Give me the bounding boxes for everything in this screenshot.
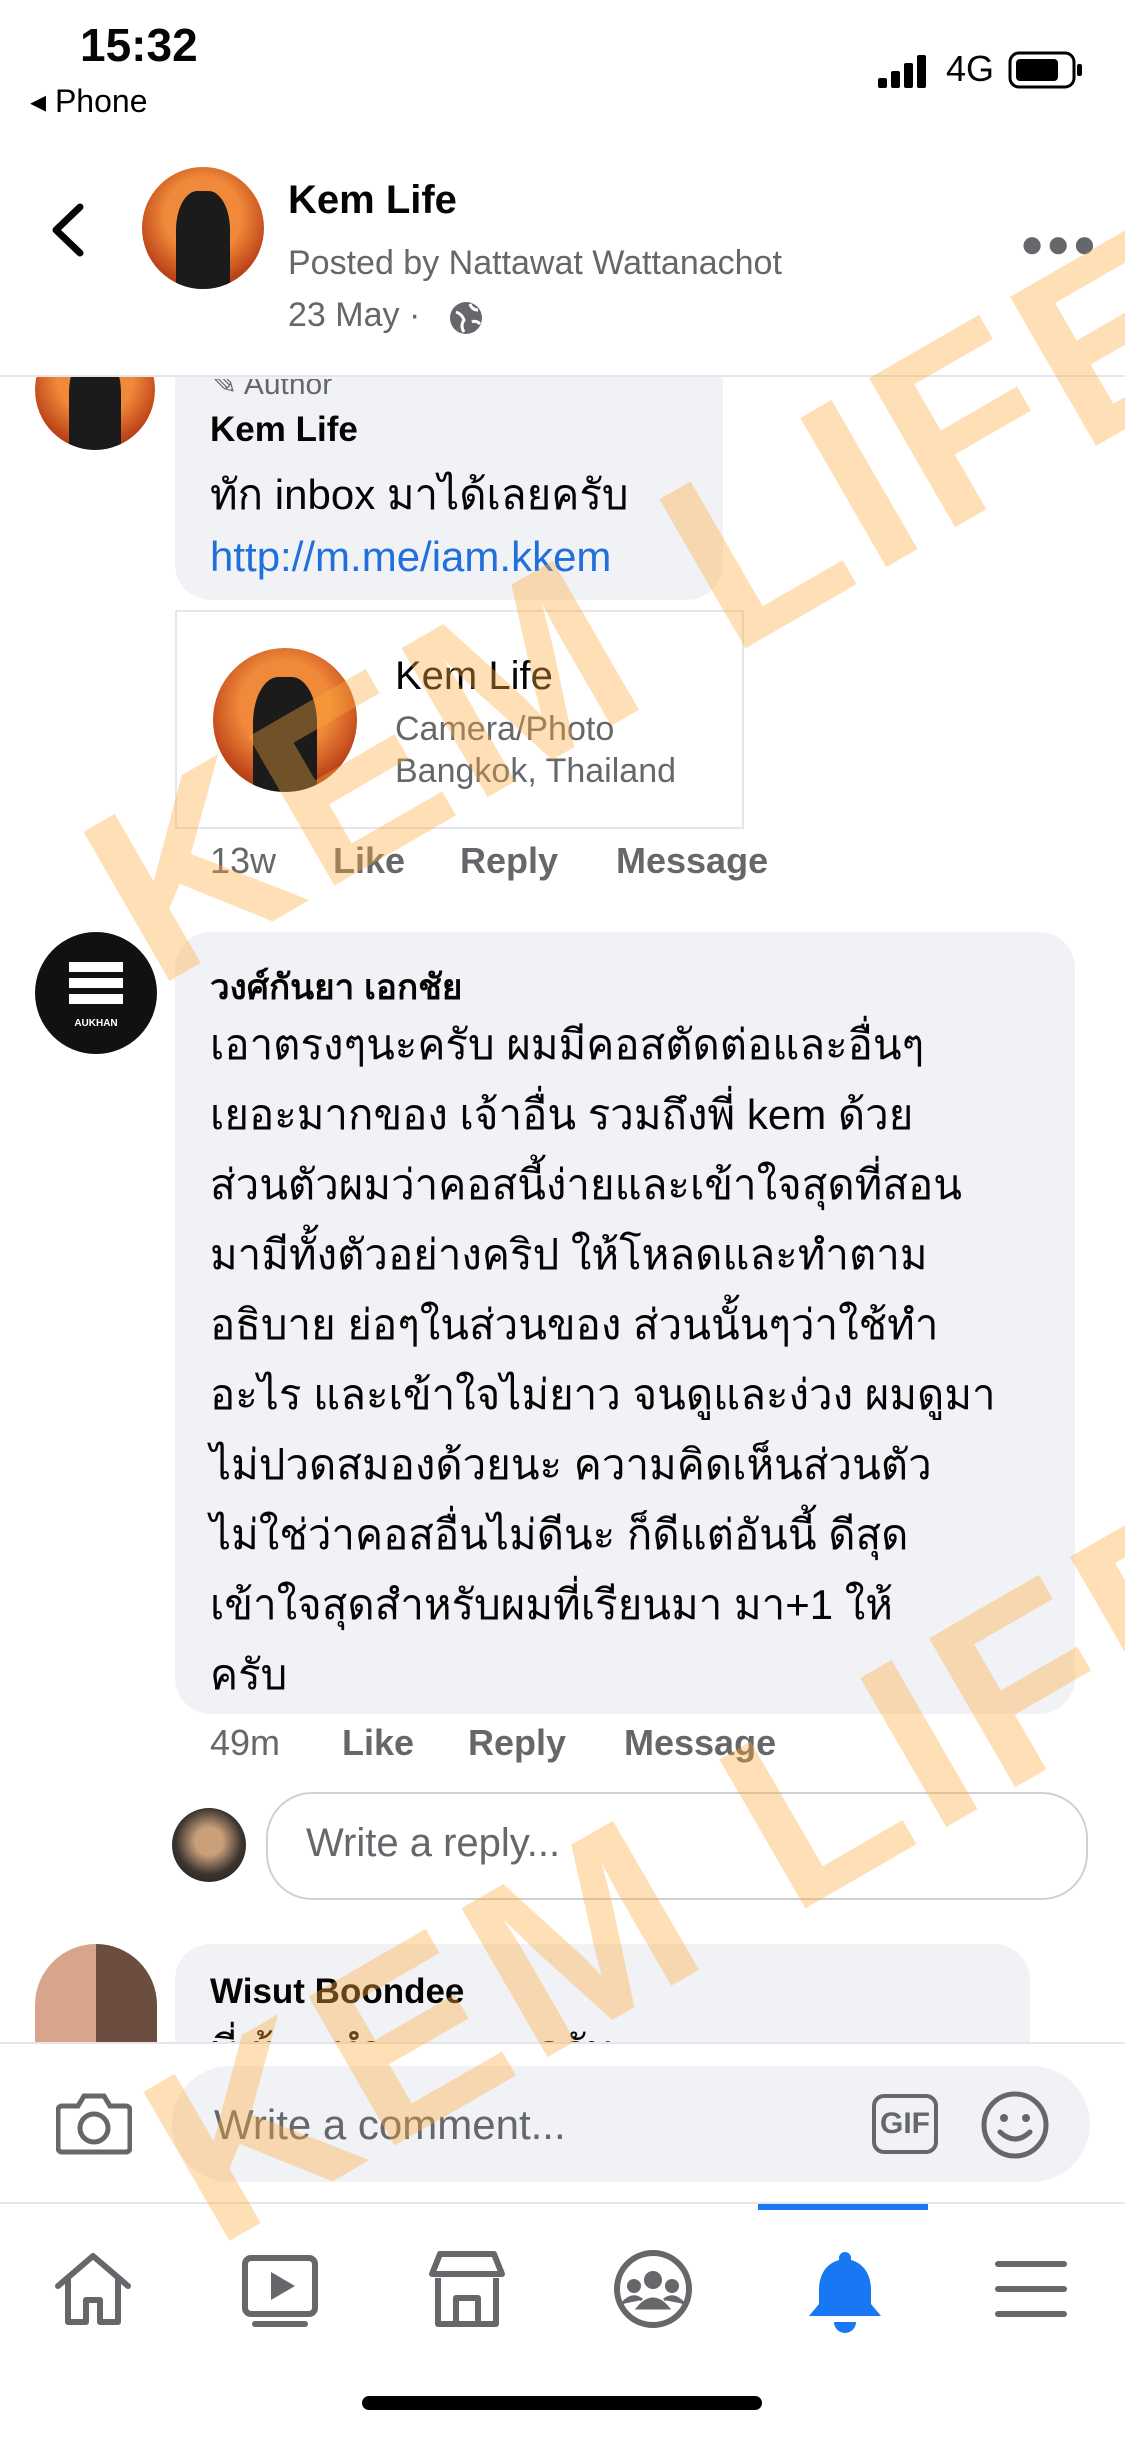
comment-line: ไม่ใช่ว่าคอสอื่นไม่ดีนะ ก็ดีแต่อันนี้ ดี…	[210, 1511, 909, 1558]
comment-input[interactable]	[212, 2100, 816, 2150]
globe-icon	[448, 300, 484, 336]
groups-tab[interactable]	[598, 2234, 708, 2344]
home-indicator	[362, 2396, 762, 2410]
notifications-icon	[809, 2252, 881, 2333]
comment-time: 13w	[210, 840, 277, 881]
gif-button[interactable]: GIF	[872, 2094, 938, 2154]
home-tab[interactable]	[38, 2234, 148, 2344]
more-options-icon[interactable]: ●●●	[1020, 222, 1098, 267]
comment-line: เอาตรงๆนะครับ ผมมีคอสตัดต่อและอื่นๆ	[210, 1021, 925, 1068]
commenter-name[interactable]: วงศ์กันยา เอกชัย	[210, 960, 462, 1015]
commenter-name[interactable]: Wisut Boondee	[210, 1972, 464, 2012]
signal-icon	[878, 54, 930, 88]
comment-input-box[interactable]: GIF	[172, 2066, 1090, 2182]
comment-line: ไม่ปวดสมองด้วยนะ ความคิดเห็นส่วนตัว	[210, 1441, 932, 1488]
comment-text: พี่ ผู้ ... ทำ ... ... ... ครับ	[210, 2016, 613, 2042]
comment-time: 49m	[210, 1722, 281, 1763]
comment-text: เอาตรงๆนะครับ ผมมีคอสตัดต่อและอื่นๆ เยอะ…	[210, 1010, 1070, 1710]
marketplace-icon	[429, 2251, 505, 2327]
watch-tab[interactable]	[225, 2234, 335, 2344]
comment-line: อธิบาย ย่อๆในส่วนของ ส่วนนั้นๆว่าใช้ทำ	[210, 1301, 939, 1348]
groups-icon	[614, 2250, 692, 2328]
camera-icon[interactable]	[55, 2088, 133, 2158]
comment-composer: GIF	[0, 2042, 1125, 2204]
active-tab-indicator	[758, 2204, 928, 2210]
page-card[interactable]: Kem Life Camera/Photo Bangkok, Thailand	[175, 610, 744, 829]
emoji-icon[interactable]	[980, 2090, 1050, 2160]
back-to-app-link[interactable]: ◂ Phone	[30, 82, 147, 120]
message-button[interactable]: Message	[616, 840, 768, 882]
reply-button[interactable]: Reply	[468, 1722, 566, 1764]
reply-input[interactable]	[304, 1820, 1048, 1867]
watch-icon	[242, 2255, 318, 2327]
reply-input-box[interactable]	[266, 1792, 1088, 1900]
menu-logo-icon	[69, 962, 123, 1004]
page-avatar[interactable]	[142, 167, 264, 289]
message-button[interactable]: Message	[624, 1722, 776, 1764]
comment-line: เยอะมากของ เจ้าอื่น รวมถึงพี่ kem ด้วย	[210, 1091, 914, 1138]
comment-line: อะไร และเข้าใจไม่ยาว จนดูและง่วง ผมดูมา	[210, 1371, 996, 1418]
marketplace-tab[interactable]	[412, 2234, 522, 2344]
commenter-name[interactable]: Kem Life	[210, 410, 358, 450]
comment-line: ครับ	[210, 1651, 288, 1698]
reply-button[interactable]: Reply	[460, 840, 558, 882]
comment-text: ทัก inbox มาได้เลยครับ	[210, 471, 629, 518]
notifications-tab[interactable]	[790, 2234, 900, 2344]
commenter-avatar[interactable]: AUKHAN	[35, 932, 157, 1054]
commenter-avatar[interactable]	[35, 1944, 157, 2042]
comment-line: มามีทั้งตัวอย่างคริป ให้โหลดและทำตาม	[210, 1231, 928, 1278]
comment-line: เข้าใจสุดสำหรับผมที่เรียนมา มา+1 ให้	[210, 1581, 893, 1628]
user-avatar	[172, 1808, 246, 1882]
comment-link[interactable]: http://m.me/iam.kkem	[210, 522, 611, 592]
like-button[interactable]: Like	[333, 840, 405, 882]
post-date: 23 May ·	[288, 296, 421, 334]
menu-icon	[995, 2261, 1067, 2317]
posted-by-label: Posted by Nattawat Wattanachot	[288, 244, 782, 282]
card-location: Bangkok, Thailand	[395, 752, 677, 790]
avatar-logo-text: AUKHAN	[74, 1018, 118, 1029]
status-time: 15:32	[80, 19, 198, 71]
network-label: 4G	[946, 48, 995, 89]
home-icon	[55, 2253, 131, 2325]
page-title[interactable]: Kem Life	[288, 178, 457, 223]
post-header: Kem Life Posted by Nattawat Wattanachot …	[0, 150, 1125, 377]
card-title: Kem Life	[395, 654, 553, 698]
menu-tab[interactable]	[976, 2234, 1086, 2344]
comment-line: ส่วนตัวผมว่าคอสนี้ง่ายและเข้าใจสุดที่สอน	[210, 1161, 962, 1208]
battery-icon	[1008, 50, 1084, 90]
card-category: Camera/Photo	[395, 710, 615, 748]
back-arrow-icon[interactable]	[40, 195, 100, 265]
card-avatar	[213, 648, 357, 792]
like-button[interactable]: Like	[342, 1722, 414, 1764]
